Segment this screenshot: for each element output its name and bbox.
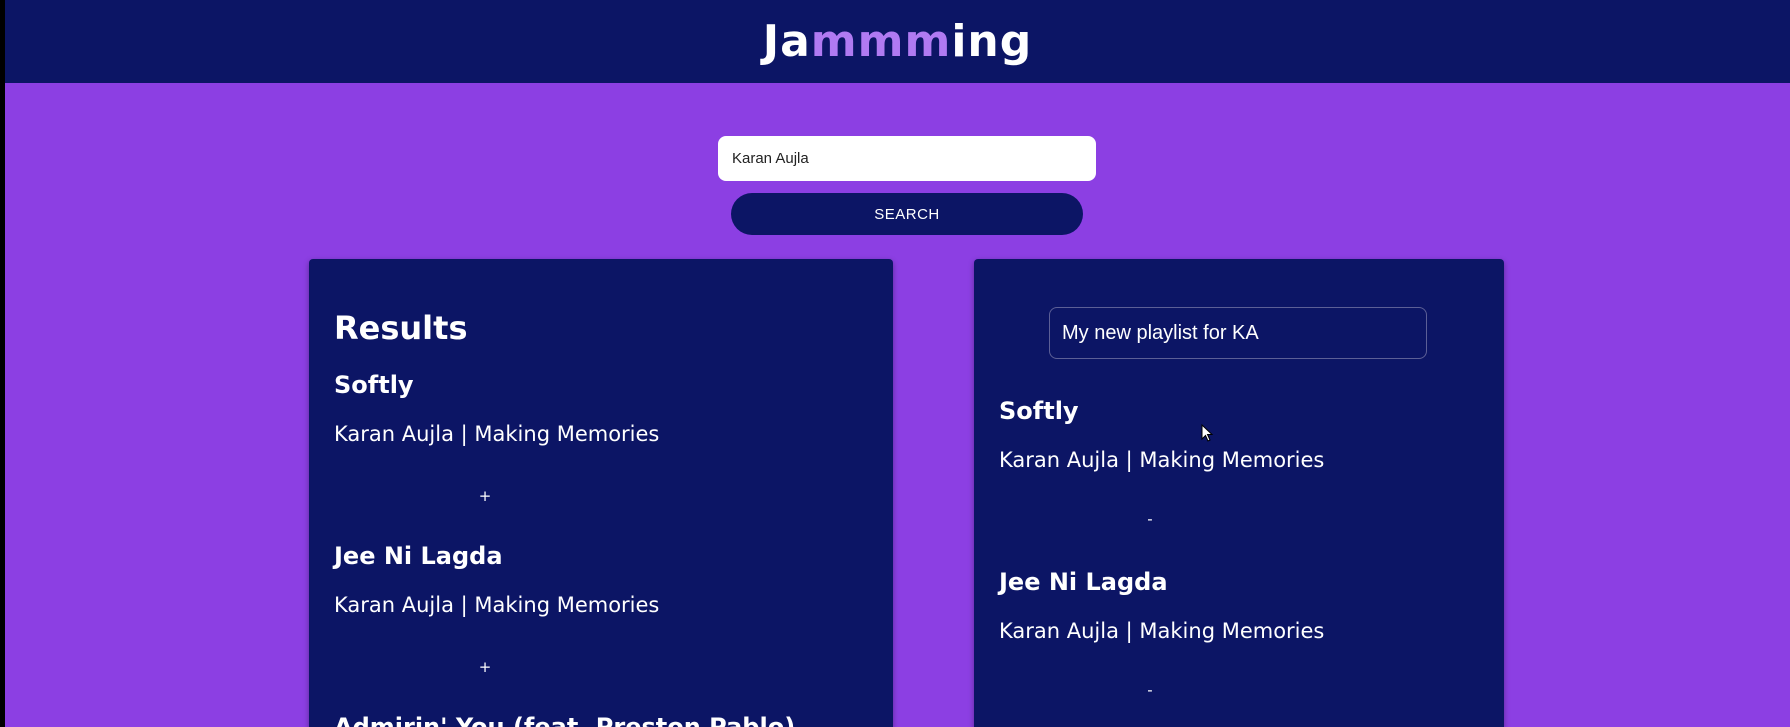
track-artist-album: Karan Aujla | Making Memories (999, 448, 1325, 472)
remove-track-button[interactable]: - (1140, 509, 1160, 529)
playlist-panel: Softly Karan Aujla | Making Memories - J… (974, 259, 1504, 727)
app-header: Jammming (5, 0, 1790, 83)
playlist-name-input[interactable] (1049, 307, 1427, 359)
track-name: Softly (999, 397, 1079, 425)
logo-highlight: mmm (810, 16, 952, 67)
track-artist-album: Karan Aujla | Making Memories (999, 619, 1325, 643)
add-track-button[interactable]: + (475, 657, 495, 677)
track-name: Jee Ni Lagda (999, 568, 1168, 596)
search-input[interactable] (718, 136, 1096, 181)
results-title: Results (334, 309, 468, 347)
playlist-track: Softly Karan Aujla | Making Memories (999, 397, 1519, 472)
add-track-button[interactable]: + (475, 486, 495, 506)
results-panel: Results Softly Karan Aujla | Making Memo… (309, 259, 893, 727)
search-button[interactable]: SEARCH (731, 193, 1083, 235)
track-artist-album: Karan Aujla | Making Memories (334, 422, 660, 446)
mouse-pointer-icon (1201, 424, 1214, 442)
logo-prefix: Ja (762, 16, 811, 67)
result-track: Jee Ni Lagda Karan Aujla | Making Memori… (334, 542, 854, 617)
track-name: Admirin' You (feat. Preston Pablo) (334, 713, 796, 727)
track-artist-album: Karan Aujla | Making Memories (334, 593, 660, 617)
result-track: Softly Karan Aujla | Making Memories (334, 371, 854, 446)
remove-track-button[interactable]: - (1140, 680, 1160, 700)
logo-suffix: ing (951, 16, 1033, 67)
result-track: Admirin' You (feat. Preston Pablo) (334, 713, 854, 727)
playlist-track: Jee Ni Lagda Karan Aujla | Making Memori… (999, 568, 1519, 643)
app-window: Jammming SEARCH Results Softly Karan Auj… (5, 0, 1790, 727)
track-name: Jee Ni Lagda (334, 542, 503, 570)
track-name: Softly (334, 371, 414, 399)
app-logo: Jammming (763, 16, 1033, 67)
